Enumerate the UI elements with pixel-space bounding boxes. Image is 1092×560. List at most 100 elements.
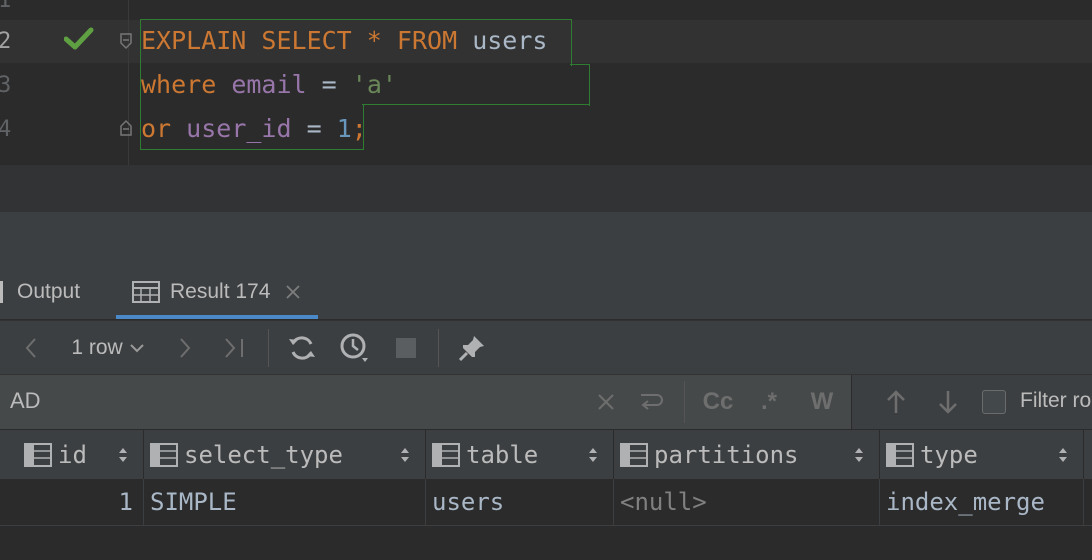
gutter-divider: [128, 0, 129, 165]
refresh-button[interactable]: [284, 321, 320, 374]
last-page-button[interactable]: [218, 321, 252, 374]
statement-outline: [570, 64, 590, 66]
chevron-left-icon: [25, 337, 36, 358]
previous-page-button[interactable]: [16, 321, 46, 374]
output-icon: [0, 281, 3, 303]
column-header-type[interactable]: type: [880, 430, 1084, 480]
pin-tab-button[interactable]: [454, 321, 490, 374]
filter-rows-checkbox[interactable]: [980, 375, 1008, 429]
table-cell-table[interactable]: users: [426, 479, 614, 525]
pin-icon: [458, 335, 484, 361]
table-header: id select_type table partitions type: [0, 429, 1092, 480]
query-history-button[interactable]: [336, 321, 374, 374]
table-cell-type[interactable]: index_merge: [880, 479, 1084, 525]
sort-icon[interactable]: [853, 445, 865, 465]
regex-toggle[interactable]: .*: [752, 375, 786, 429]
string-literal: 'a': [351, 70, 397, 99]
number-literal: 1: [336, 114, 352, 143]
column-header-id[interactable]: id: [0, 430, 144, 480]
tab-output-label: Output: [17, 280, 81, 303]
keyword: FROM: [396, 26, 458, 55]
table-row[interactable]: 1 SIMPLE users <null> index_merge: [0, 479, 1092, 526]
column-icon: [24, 443, 52, 467]
result-toolbar: 1 row: [0, 320, 1092, 374]
match-case-toggle[interactable]: Cc: [700, 375, 736, 429]
table-empty-area: [0, 526, 1092, 560]
code-line-2: EXPLAIN SELECT * FROM users: [141, 26, 547, 55]
keyword: where: [141, 70, 217, 99]
row-count-label: 1 row: [71, 335, 123, 359]
refresh-icon: [289, 335, 315, 360]
search-bar: AD Cc .* W Filter ro: [0, 374, 1092, 429]
column-identifier: user_id: [186, 114, 292, 143]
next-occurrence-button[interactable]: [934, 375, 962, 429]
filter-rows-label: Filter ro: [1020, 389, 1092, 412]
line-number: 1: [0, 0, 12, 13]
search-input-value: AD: [10, 388, 41, 413]
table-cell-select-type[interactable]: SIMPLE: [144, 479, 426, 525]
arrow-down-icon: [939, 391, 957, 414]
column-header-label: type: [920, 441, 978, 469]
column-identifier: email: [231, 70, 307, 99]
asterisk: *: [366, 26, 382, 55]
operator: =: [306, 114, 322, 143]
fold-end-icon[interactable]: [119, 119, 133, 137]
editor-bottom-spacer: [0, 165, 1092, 211]
code-line-3: where email = 'a': [141, 70, 397, 99]
history-clock-icon: [340, 333, 368, 362]
clear-search-button[interactable]: [592, 375, 620, 429]
fold-start-icon[interactable]: [119, 32, 133, 50]
table-grid-icon: [132, 281, 160, 303]
new-line-button[interactable]: [634, 375, 668, 429]
tab-result[interactable]: Result 174: [116, 265, 319, 319]
column-icon: [150, 443, 178, 467]
line-number: 3: [0, 73, 12, 98]
statement-outline: [362, 104, 590, 106]
keyword: or: [141, 114, 172, 143]
operator: =: [321, 70, 337, 99]
search-navigation: Filter ro: [851, 375, 1092, 429]
column-header-label: partitions: [654, 441, 799, 469]
column-icon: [432, 443, 460, 467]
toolbar-separator: [438, 329, 439, 367]
row-count-dropdown[interactable]: 1 row: [58, 321, 158, 374]
semicolon: ;: [351, 114, 367, 143]
column-icon: [886, 443, 914, 467]
sort-icon[interactable]: [117, 445, 129, 465]
table-cell-id[interactable]: 1: [0, 479, 144, 525]
column-icon: [620, 443, 648, 467]
sql-editor[interactable]: 1 2 3 4 EXPLAIN SELECT * FROM users wher…: [0, 0, 1092, 165]
table-cell-partitions[interactable]: <null>: [614, 479, 880, 525]
code-line-4: or user_id = 1;: [141, 114, 367, 143]
sort-icon[interactable]: [587, 445, 599, 465]
whole-word-toggle[interactable]: W: [804, 375, 840, 429]
sort-icon[interactable]: [1057, 445, 1069, 465]
checkbox-box: [982, 390, 1006, 414]
close-icon: [598, 394, 614, 410]
stop-button[interactable]: [390, 321, 422, 374]
chevron-down-icon: [129, 343, 144, 352]
chevron-right-icon: [180, 337, 191, 358]
search-input[interactable]: AD Cc .* W: [0, 375, 850, 429]
match-case-label: Cc: [702, 388, 734, 415]
column-header-partitions[interactable]: partitions: [614, 430, 880, 480]
arrow-up-icon: [887, 390, 905, 413]
column-header-label: table: [466, 441, 539, 469]
whole-word-label: W: [810, 388, 834, 415]
previous-occurrence-button[interactable]: [882, 375, 910, 429]
column-header-label: select_type: [184, 441, 343, 469]
table-identifier: users: [472, 26, 548, 55]
tab-output[interactable]: Output: [0, 265, 80, 319]
column-header-table[interactable]: table: [426, 430, 614, 480]
result-tabs: Output Result 174: [0, 265, 1092, 319]
last-page-icon: [225, 337, 243, 358]
keyword: SELECT: [261, 26, 352, 55]
close-icon[interactable]: [284, 283, 302, 301]
newline-icon: [641, 394, 663, 410]
column-header-label: id: [58, 441, 87, 469]
line-number: 2: [0, 29, 12, 54]
sort-icon[interactable]: [399, 445, 411, 465]
next-page-button[interactable]: [170, 321, 200, 374]
column-header-select-type[interactable]: select_type: [144, 430, 426, 480]
execution-success-check-icon: [64, 27, 94, 50]
